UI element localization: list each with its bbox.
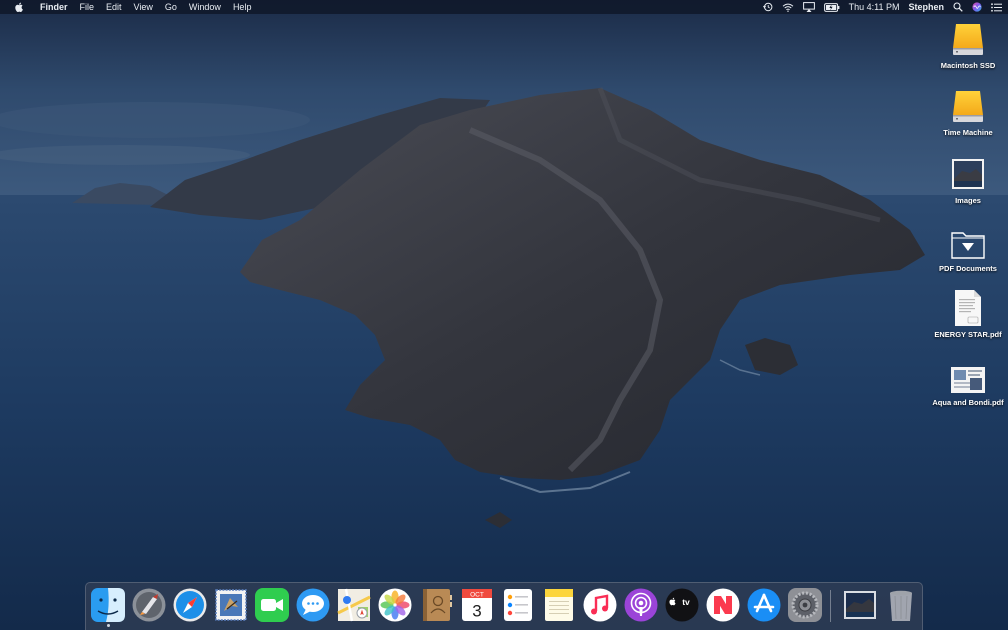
image-icon (948, 153, 988, 193)
calendar-icon: OCT 3 (462, 589, 492, 621)
dock-music[interactable] (582, 587, 618, 623)
dock: OCT 3 tv (85, 582, 923, 630)
tv-badge-text: tv (682, 597, 690, 607)
launchpad-icon (132, 588, 166, 622)
desktop-icon-pdf-documents[interactable]: PDF Documents (931, 221, 1005, 273)
dock-news[interactable] (705, 587, 741, 623)
mail-icon (215, 589, 247, 621)
hard-drive-icon (948, 85, 988, 125)
menu-bar: Finder File Edit View Go Window Help Thu… (0, 0, 1008, 14)
notes-icon (545, 589, 573, 621)
news-icon (706, 588, 740, 622)
calendar-month: OCT (470, 591, 484, 598)
pdf-preview-icon (948, 355, 988, 395)
dock-launchpad[interactable] (131, 587, 167, 623)
battery-icon[interactable] (823, 2, 840, 12)
desktop-icon-label: ENERGY STAR.pdf (934, 330, 1002, 339)
dock-calendar[interactable]: OCT 3 (459, 587, 495, 623)
desktop-icon-label: Images (955, 196, 981, 205)
photos-icon (378, 588, 412, 622)
facetime-icon (255, 588, 289, 622)
finder-icon (91, 588, 125, 622)
maps-icon (337, 588, 371, 622)
menu-app-name[interactable]: Finder (34, 0, 74, 14)
app-store-icon (747, 588, 781, 622)
contacts-icon (423, 589, 452, 621)
dock-photos[interactable] (377, 587, 413, 623)
dock-mail[interactable] (213, 587, 249, 623)
dock-downloads-stack[interactable] (842, 587, 878, 623)
apple-menu-icon[interactable] (12, 0, 26, 14)
menu-bar-extras: Thu 4:11 PM Stephen (762, 0, 1002, 14)
menu-file[interactable]: File (74, 0, 101, 14)
messages-icon (296, 588, 330, 622)
menu-edit[interactable]: Edit (100, 0, 128, 14)
time-machine-icon[interactable] (762, 2, 773, 12)
desktop-icon-label: Aqua and Bondi.pdf (932, 398, 1004, 407)
menu-window[interactable]: Window (183, 0, 227, 14)
safari-icon (173, 588, 207, 622)
tv-icon: tv (665, 588, 699, 622)
dock-divider (830, 590, 831, 622)
dock-safari[interactable] (172, 587, 208, 623)
desktop-icon-aqua-and-bondi-pdf[interactable]: Aqua and Bondi.pdf (931, 355, 1005, 407)
desktop-icon-label: PDF Documents (939, 264, 997, 273)
desktop-icon-macintosh-ssd[interactable]: Macintosh SSD (931, 18, 1005, 70)
airplay-icon[interactable] (802, 2, 815, 12)
finder-running-indicator (106, 624, 110, 627)
dock-tv[interactable]: tv (664, 587, 700, 623)
dock-system-preferences[interactable] (787, 587, 823, 623)
notification-center-icon[interactable] (991, 2, 1002, 12)
calendar-day: 3 (472, 602, 481, 621)
downloads-stack-icon (844, 591, 876, 619)
desktop-icon-time-machine[interactable]: Time Machine (931, 85, 1005, 137)
desktop-wallpaper (0, 0, 1008, 630)
menu-go[interactable]: Go (159, 0, 183, 14)
menu-view[interactable]: View (128, 0, 159, 14)
dock-app-store[interactable] (746, 587, 782, 623)
dock-notes[interactable] (541, 587, 577, 623)
desktop-icon-label: Macintosh SSD (940, 61, 996, 70)
menu-bar-user[interactable]: Stephen (908, 0, 944, 14)
dock-finder[interactable] (90, 587, 126, 623)
system-preferences-icon (788, 588, 822, 622)
spotlight-icon[interactable] (953, 2, 963, 12)
desktop-icon-images[interactable]: Images (931, 153, 1005, 205)
trash-icon (890, 590, 912, 621)
reminders-icon (504, 589, 532, 621)
dock-trash[interactable] (883, 587, 919, 623)
podcasts-icon (624, 588, 658, 622)
siri-icon[interactable] (972, 2, 982, 12)
dock-maps[interactable] (336, 587, 372, 623)
dock-messages[interactable] (295, 587, 331, 623)
wifi-icon[interactable] (782, 3, 794, 12)
dock-reminders[interactable] (500, 587, 536, 623)
dock-contacts[interactable] (418, 587, 454, 623)
folder-icon (948, 221, 988, 261)
pdf-document-icon (948, 287, 988, 327)
music-icon (583, 588, 617, 622)
desktop-icon-label: Time Machine (943, 128, 993, 137)
menu-help[interactable]: Help (227, 0, 258, 14)
dock-facetime[interactable] (254, 587, 290, 623)
menu-bar-clock[interactable]: Thu 4:11 PM (849, 0, 900, 14)
dock-podcasts[interactable] (623, 587, 659, 623)
desktop-icon-energy-star-pdf[interactable]: ENERGY STAR.pdf (931, 287, 1005, 339)
hard-drive-icon (948, 18, 988, 58)
